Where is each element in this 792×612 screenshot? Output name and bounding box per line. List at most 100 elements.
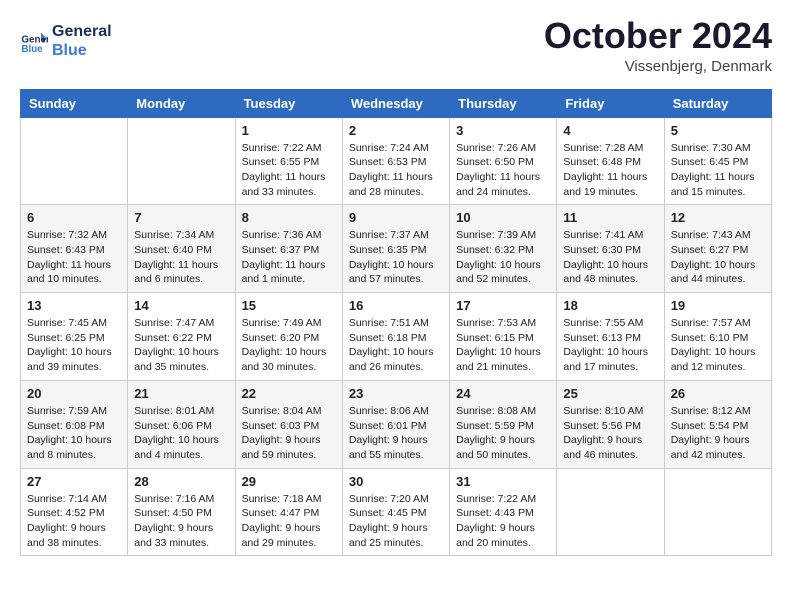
sunset-text: Sunset: 6:55 PM bbox=[242, 156, 320, 168]
sunset-text: Sunset: 6:37 PM bbox=[242, 244, 320, 256]
sunrise-text: Sunrise: 7:47 AM bbox=[134, 317, 214, 329]
sunset-text: Sunset: 6:45 PM bbox=[671, 156, 749, 168]
sunrise-text: Sunrise: 7:20 AM bbox=[349, 493, 429, 505]
sunrise-text: Sunrise: 7:18 AM bbox=[242, 493, 322, 505]
day-info: Sunrise: 7:24 AM Sunset: 6:53 PM Dayligh… bbox=[349, 141, 443, 200]
calendar-cell: 20 Sunrise: 7:59 AM Sunset: 6:08 PM Dayl… bbox=[21, 380, 128, 468]
day-info: Sunrise: 7:41 AM Sunset: 6:30 PM Dayligh… bbox=[563, 228, 657, 287]
sunrise-text: Sunrise: 7:16 AM bbox=[134, 493, 214, 505]
daylight-text: Daylight: 10 hours and 57 minutes. bbox=[349, 259, 434, 286]
daylight-text: Daylight: 10 hours and 12 minutes. bbox=[671, 346, 756, 373]
day-info: Sunrise: 7:22 AM Sunset: 6:55 PM Dayligh… bbox=[242, 141, 336, 200]
sunset-text: Sunset: 6:15 PM bbox=[456, 332, 534, 344]
day-info: Sunrise: 7:26 AM Sunset: 6:50 PM Dayligh… bbox=[456, 141, 550, 200]
day-info: Sunrise: 7:36 AM Sunset: 6:37 PM Dayligh… bbox=[242, 228, 336, 287]
day-number: 2 bbox=[349, 123, 443, 138]
daylight-text: Daylight: 11 hours and 33 minutes. bbox=[242, 171, 326, 198]
daylight-text: Daylight: 9 hours and 50 minutes. bbox=[456, 434, 535, 461]
daylight-text: Daylight: 9 hours and 38 minutes. bbox=[27, 522, 106, 549]
day-number: 28 bbox=[134, 474, 228, 489]
sunset-text: Sunset: 6:08 PM bbox=[27, 420, 105, 432]
logo-icon: General Blue bbox=[20, 27, 48, 55]
day-number: 13 bbox=[27, 298, 121, 313]
sunrise-text: Sunrise: 7:22 AM bbox=[242, 142, 322, 154]
calendar-week-row: 27 Sunrise: 7:14 AM Sunset: 4:52 PM Dayl… bbox=[21, 468, 772, 556]
sunrise-text: Sunrise: 7:28 AM bbox=[563, 142, 643, 154]
calendar-cell: 3 Sunrise: 7:26 AM Sunset: 6:50 PM Dayli… bbox=[450, 117, 557, 205]
day-info: Sunrise: 8:12 AM Sunset: 5:54 PM Dayligh… bbox=[671, 404, 765, 463]
location: Vissenbjerg, Denmark bbox=[544, 58, 772, 75]
calendar-cell: 19 Sunrise: 7:57 AM Sunset: 6:10 PM Dayl… bbox=[664, 293, 771, 381]
sunset-text: Sunset: 4:45 PM bbox=[349, 507, 427, 519]
calendar-cell: 28 Sunrise: 7:16 AM Sunset: 4:50 PM Dayl… bbox=[128, 468, 235, 556]
daylight-text: Daylight: 9 hours and 20 minutes. bbox=[456, 522, 535, 549]
sunrise-text: Sunrise: 7:30 AM bbox=[671, 142, 751, 154]
weekday-header: Thursday bbox=[450, 89, 557, 117]
day-info: Sunrise: 7:49 AM Sunset: 6:20 PM Dayligh… bbox=[242, 316, 336, 375]
sunset-text: Sunset: 6:03 PM bbox=[242, 420, 320, 432]
daylight-text: Daylight: 11 hours and 6 minutes. bbox=[134, 259, 218, 286]
day-info: Sunrise: 7:39 AM Sunset: 6:32 PM Dayligh… bbox=[456, 228, 550, 287]
sunset-text: Sunset: 6:10 PM bbox=[671, 332, 749, 344]
day-number: 4 bbox=[563, 123, 657, 138]
daylight-text: Daylight: 10 hours and 44 minutes. bbox=[671, 259, 756, 286]
calendar-cell bbox=[128, 117, 235, 205]
sunset-text: Sunset: 6:01 PM bbox=[349, 420, 427, 432]
sunset-text: Sunset: 6:18 PM bbox=[349, 332, 427, 344]
sunrise-text: Sunrise: 7:39 AM bbox=[456, 229, 536, 241]
weekday-header: Tuesday bbox=[235, 89, 342, 117]
sunrise-text: Sunrise: 7:14 AM bbox=[27, 493, 107, 505]
day-info: Sunrise: 7:57 AM Sunset: 6:10 PM Dayligh… bbox=[671, 316, 765, 375]
sunset-text: Sunset: 6:22 PM bbox=[134, 332, 212, 344]
day-number: 20 bbox=[27, 386, 121, 401]
daylight-text: Daylight: 11 hours and 19 minutes. bbox=[563, 171, 647, 198]
day-number: 5 bbox=[671, 123, 765, 138]
month-title: October 2024 bbox=[544, 16, 772, 56]
sunset-text: Sunset: 5:54 PM bbox=[671, 420, 749, 432]
calendar-cell: 26 Sunrise: 8:12 AM Sunset: 5:54 PM Dayl… bbox=[664, 380, 771, 468]
calendar-cell: 25 Sunrise: 8:10 AM Sunset: 5:56 PM Dayl… bbox=[557, 380, 664, 468]
daylight-text: Daylight: 9 hours and 59 minutes. bbox=[242, 434, 321, 461]
calendar-cell: 7 Sunrise: 7:34 AM Sunset: 6:40 PM Dayli… bbox=[128, 205, 235, 293]
day-number: 30 bbox=[349, 474, 443, 489]
daylight-text: Daylight: 11 hours and 1 minute. bbox=[242, 259, 326, 286]
sunset-text: Sunset: 6:30 PM bbox=[563, 244, 641, 256]
day-number: 18 bbox=[563, 298, 657, 313]
daylight-text: Daylight: 9 hours and 42 minutes. bbox=[671, 434, 750, 461]
logo-blue: Blue bbox=[52, 41, 112, 60]
day-info: Sunrise: 7:55 AM Sunset: 6:13 PM Dayligh… bbox=[563, 316, 657, 375]
day-info: Sunrise: 7:32 AM Sunset: 6:43 PM Dayligh… bbox=[27, 228, 121, 287]
day-info: Sunrise: 7:30 AM Sunset: 6:45 PM Dayligh… bbox=[671, 141, 765, 200]
day-info: Sunrise: 7:59 AM Sunset: 6:08 PM Dayligh… bbox=[27, 404, 121, 463]
sunset-text: Sunset: 6:32 PM bbox=[456, 244, 534, 256]
sunrise-text: Sunrise: 8:08 AM bbox=[456, 405, 536, 417]
calendar-cell: 16 Sunrise: 7:51 AM Sunset: 6:18 PM Dayl… bbox=[342, 293, 449, 381]
day-number: 17 bbox=[456, 298, 550, 313]
sunrise-text: Sunrise: 8:01 AM bbox=[134, 405, 214, 417]
day-info: Sunrise: 7:14 AM Sunset: 4:52 PM Dayligh… bbox=[27, 492, 121, 551]
weekday-header: Monday bbox=[128, 89, 235, 117]
calendar-cell: 18 Sunrise: 7:55 AM Sunset: 6:13 PM Dayl… bbox=[557, 293, 664, 381]
calendar-cell: 9 Sunrise: 7:37 AM Sunset: 6:35 PM Dayli… bbox=[342, 205, 449, 293]
calendar-cell: 27 Sunrise: 7:14 AM Sunset: 4:52 PM Dayl… bbox=[21, 468, 128, 556]
day-number: 27 bbox=[27, 474, 121, 489]
sunrise-text: Sunrise: 7:32 AM bbox=[27, 229, 107, 241]
calendar-cell: 21 Sunrise: 8:01 AM Sunset: 6:06 PM Dayl… bbox=[128, 380, 235, 468]
day-number: 29 bbox=[242, 474, 336, 489]
daylight-text: Daylight: 9 hours and 25 minutes. bbox=[349, 522, 428, 549]
calendar-cell: 13 Sunrise: 7:45 AM Sunset: 6:25 PM Dayl… bbox=[21, 293, 128, 381]
day-number: 26 bbox=[671, 386, 765, 401]
daylight-text: Daylight: 9 hours and 46 minutes. bbox=[563, 434, 642, 461]
sunset-text: Sunset: 5:59 PM bbox=[456, 420, 534, 432]
title-block: October 2024 Vissenbjerg, Denmark bbox=[544, 16, 772, 75]
sunset-text: Sunset: 6:50 PM bbox=[456, 156, 534, 168]
day-number: 21 bbox=[134, 386, 228, 401]
sunrise-text: Sunrise: 7:45 AM bbox=[27, 317, 107, 329]
calendar-cell: 6 Sunrise: 7:32 AM Sunset: 6:43 PM Dayli… bbox=[21, 205, 128, 293]
day-number: 6 bbox=[27, 210, 121, 225]
sunset-text: Sunset: 6:43 PM bbox=[27, 244, 105, 256]
sunrise-text: Sunrise: 8:06 AM bbox=[349, 405, 429, 417]
day-info: Sunrise: 7:53 AM Sunset: 6:15 PM Dayligh… bbox=[456, 316, 550, 375]
day-info: Sunrise: 8:01 AM Sunset: 6:06 PM Dayligh… bbox=[134, 404, 228, 463]
day-number: 22 bbox=[242, 386, 336, 401]
